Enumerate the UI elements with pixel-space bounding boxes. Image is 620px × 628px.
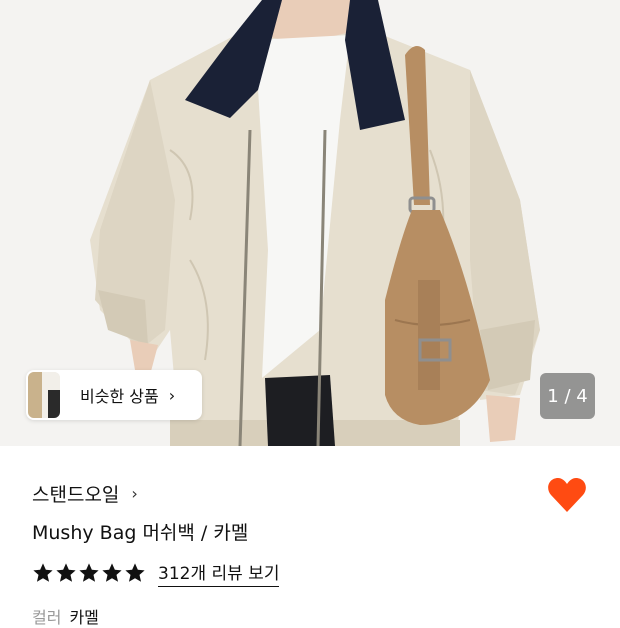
product-title: Mushy Bag 머쉬백 / 카멜 xyxy=(32,522,249,544)
review-count-link[interactable]: 312개 리뷰 보기 xyxy=(158,559,280,587)
brand-link[interactable]: 스탠드오일 › xyxy=(32,480,138,507)
heart-icon[interactable] xyxy=(547,476,587,514)
color-option: 컬러 카멜 xyxy=(32,604,99,628)
star-icon xyxy=(102,563,122,582)
image-counter: 1 / 4 xyxy=(540,373,595,419)
star-icon xyxy=(33,563,53,582)
brand-name: 스탠드오일 xyxy=(32,484,120,506)
chevron-right-icon: › xyxy=(168,385,176,405)
similar-products-label: 비슷한 상품 xyxy=(80,387,159,406)
star-icon xyxy=(79,563,99,582)
rating-row: 312개 리뷰 보기 xyxy=(32,559,280,587)
product-image-carousel[interactable]: 비슷한 상품 › 1 / 4 xyxy=(0,0,620,446)
rating-stars xyxy=(32,562,146,584)
option-label: 컬러 xyxy=(32,608,62,627)
star-icon xyxy=(125,563,145,582)
similar-product-thumbnail xyxy=(28,372,60,418)
star-icon xyxy=(56,563,76,582)
similar-products-button[interactable]: 비슷한 상품 › xyxy=(26,370,202,420)
option-value: 카멜 xyxy=(69,608,99,627)
chevron-right-icon: › xyxy=(131,484,138,503)
